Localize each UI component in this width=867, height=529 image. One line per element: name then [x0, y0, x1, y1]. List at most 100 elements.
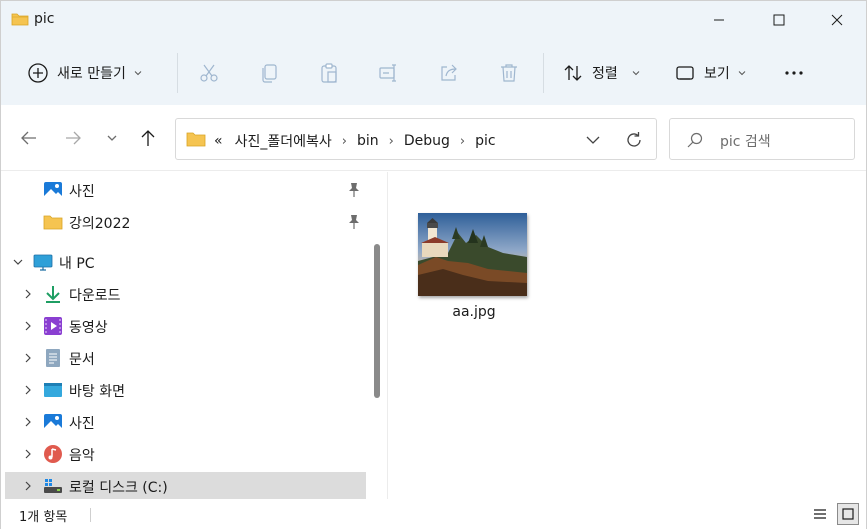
sidebar-item-local-disk[interactable]: 로컬 디스크 (C:) — [5, 472, 366, 500]
minimize-button[interactable] — [689, 1, 749, 39]
chevron-right-icon[interactable] — [21, 415, 35, 429]
chevron-right-icon[interactable] — [21, 447, 35, 461]
sidebar-item-label: 사진 — [69, 184, 95, 200]
sidebar-item-videos[interactable]: 동영상 — [5, 312, 366, 340]
item-count: 1개 항목 — [19, 510, 68, 525]
sidebar-item-label: 문서 — [69, 352, 95, 368]
breadcrumb-separator: › — [341, 133, 347, 149]
rename-button[interactable] — [378, 55, 400, 91]
close-button[interactable] — [807, 1, 867, 39]
sidebar-item-label: 음악 — [69, 448, 95, 464]
close-icon — [831, 14, 843, 26]
lighthouse-photo — [418, 213, 527, 296]
search-icon — [687, 132, 703, 148]
view-button[interactable]: 보기 — [674, 55, 746, 91]
sidebar-item-label: 바탕 화면 — [69, 384, 125, 400]
sidebar-item-label: 강의2022 — [69, 216, 131, 232]
chevron-down-icon[interactable] — [11, 255, 25, 269]
chevron-down-icon — [738, 71, 746, 76]
sidebar-item-lecture2022[interactable]: 강의2022 — [5, 208, 366, 236]
download-icon — [46, 286, 60, 303]
sidebar-item-label: 다운로드 — [69, 288, 121, 304]
more-icon — [785, 71, 803, 75]
chevron-right-icon[interactable] — [21, 479, 35, 493]
breadcrumb-item[interactable]: 사진_폴더에복사 — [235, 131, 332, 151]
paste-button[interactable] — [318, 55, 340, 91]
chevron-right-icon[interactable] — [21, 287, 35, 301]
pin-icon — [349, 183, 359, 197]
sort-button[interactable]: 정렬 — [562, 55, 640, 91]
refresh-icon[interactable] — [624, 130, 644, 150]
sort-label: 정렬 — [592, 66, 618, 82]
sidebar-item-downloads[interactable]: 다운로드 — [5, 280, 366, 308]
breadcrumb-overflow[interactable]: « — [214, 133, 223, 149]
folder-icon — [11, 13, 29, 26]
sidebar-item-label: 사진 — [69, 416, 95, 432]
music-icon — [44, 445, 62, 463]
chevron-down-icon — [134, 71, 142, 76]
search-placeholder: pic 검색 — [720, 134, 771, 150]
sidebar-scrollbar-thumb[interactable] — [374, 244, 380, 398]
breadcrumb-item[interactable]: Debug — [404, 133, 450, 149]
sidebar-item-documents[interactable]: 문서 — [5, 344, 366, 372]
file-list: aa.jpg — [388, 172, 866, 499]
breadcrumb: « 사진_폴더에복사 › bin › Debug › pic — [214, 131, 496, 151]
chevron-right-icon[interactable] — [21, 351, 35, 365]
share-button[interactable] — [438, 55, 460, 91]
recent-locations-icon[interactable] — [101, 127, 123, 149]
file-item[interactable]: aa.jpg — [418, 212, 532, 332]
file-thumbnail — [418, 213, 527, 296]
breadcrumb-item[interactable]: pic — [475, 133, 495, 149]
cut-button[interactable] — [198, 55, 220, 91]
sidebar-item-this-pc[interactable]: 내 PC — [5, 248, 366, 276]
status-bar: 1개 항목 — [1, 499, 866, 529]
photos-icon — [44, 182, 62, 198]
view-label: 보기 — [704, 66, 730, 82]
back-icon[interactable] — [18, 127, 40, 149]
file-explorer-window: pic 새로 만들기 정렬 보기 « 사진_폴더에복사 › bin › Debu… — [0, 0, 867, 529]
breadcrumb-separator: › — [459, 133, 466, 149]
large-icons-view-button[interactable] — [837, 503, 859, 525]
minimize-icon — [714, 19, 724, 21]
delete-button[interactable] — [498, 55, 520, 91]
folder-icon — [186, 132, 206, 147]
pin-icon — [349, 215, 359, 229]
new-button[interactable]: 새로 만들기 — [27, 55, 142, 91]
navigation-pane: 사진 강의2022 내 PC 다운로드 동영상 문서 바탕 화면 사진 음악 로… — [1, 172, 387, 500]
add-circle-icon — [28, 63, 48, 83]
maximize-button[interactable] — [749, 1, 809, 39]
details-view-button[interactable] — [809, 503, 831, 525]
desktop-icon — [44, 383, 62, 397]
file-name: aa.jpg — [452, 304, 496, 320]
chevron-right-icon[interactable] — [21, 383, 35, 397]
search-input[interactable]: pic 검색 — [669, 118, 855, 160]
breadcrumb-item[interactable]: bin — [357, 133, 379, 149]
chevron-down-icon — [632, 71, 640, 76]
folder-icon — [43, 215, 63, 230]
toolbar-divider — [543, 53, 544, 93]
up-icon[interactable] — [137, 127, 159, 149]
maximize-icon — [773, 14, 785, 26]
address-row: « 사진_폴더에복사 › bin › Debug › pic pic 검색 — [1, 105, 866, 171]
sidebar-item-photos-quick[interactable]: 사진 — [5, 176, 366, 204]
delete-icon — [501, 64, 517, 82]
more-options-button[interactable] — [783, 55, 805, 91]
view-icon — [676, 66, 694, 80]
copy-icon — [262, 64, 277, 83]
sidebar-item-label: 내 PC — [59, 256, 95, 272]
breadcrumb-separator: › — [388, 133, 394, 149]
status-divider — [90, 508, 91, 522]
chevron-right-icon[interactable] — [21, 319, 35, 333]
paste-icon — [321, 63, 337, 83]
chevron-down-icon[interactable] — [584, 131, 602, 149]
videos-icon — [44, 317, 62, 335]
sidebar-item-label: 로컬 디스크 (C:) — [69, 480, 168, 496]
address-bar[interactable]: « 사진_폴더에복사 › bin › Debug › pic — [175, 118, 657, 160]
sidebar-item-desktop[interactable]: 바탕 화면 — [5, 376, 366, 404]
title-bar: pic — [1, 1, 866, 39]
copy-button[interactable] — [258, 55, 280, 91]
details-view-icon — [814, 509, 826, 519]
sidebar-item-music[interactable]: 음악 — [5, 440, 366, 468]
forward-icon[interactable] — [62, 127, 84, 149]
sidebar-item-photos[interactable]: 사진 — [5, 408, 366, 436]
